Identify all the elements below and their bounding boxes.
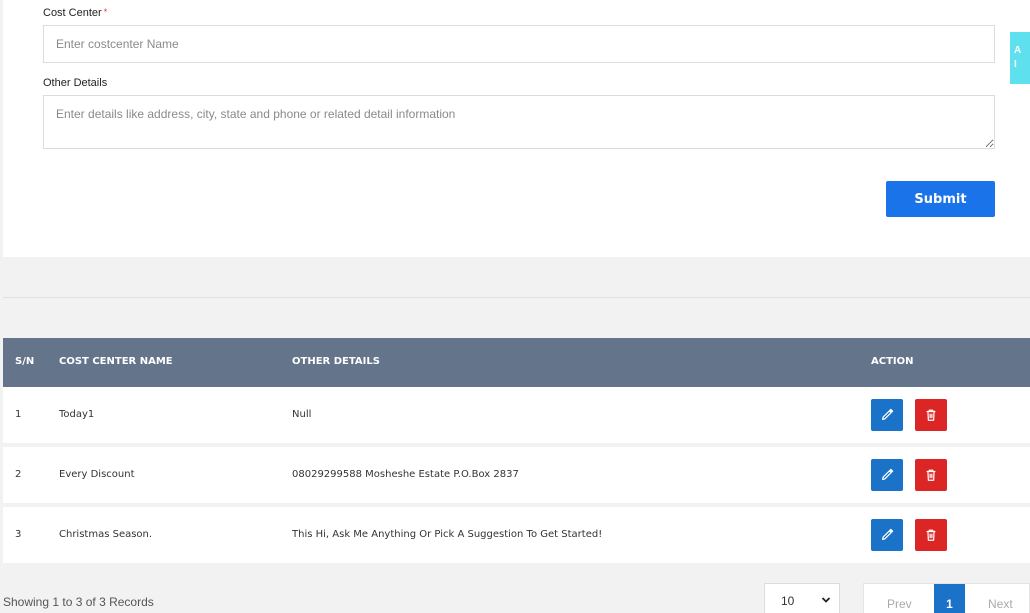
row-details: 08029299588 Mosheshe Estate P.O.Box 2837 bbox=[292, 469, 519, 480]
cost-center-form: Cost Center* Other Details Submit bbox=[3, 0, 1030, 257]
trash-icon bbox=[926, 529, 936, 541]
prev-page-button[interactable]: Prev bbox=[887, 597, 912, 611]
delete-button[interactable] bbox=[915, 519, 947, 551]
table-row: 3 Christmas Season. This Hi, Ask Me Anyt… bbox=[3, 507, 1030, 563]
trash-icon bbox=[926, 469, 936, 481]
table-header: S/N COST CENTER NAME OTHER DETAILS ACTIO… bbox=[3, 338, 1030, 387]
page-size-select[interactable]: 10 bbox=[764, 583, 840, 613]
next-page-button[interactable]: Next bbox=[988, 597, 1013, 611]
edit-button[interactable] bbox=[871, 459, 903, 491]
row-details: Null bbox=[292, 409, 312, 420]
table-row: 1 Today1 Null bbox=[3, 387, 1030, 443]
cost-center-input[interactable] bbox=[43, 25, 995, 63]
delete-button[interactable] bbox=[915, 459, 947, 491]
row-sn: 2 bbox=[15, 469, 22, 480]
delete-button[interactable] bbox=[915, 399, 947, 431]
current-page-button[interactable]: 1 bbox=[934, 584, 965, 613]
edit-button[interactable] bbox=[871, 519, 903, 551]
header-other-details: OTHER DETAILS bbox=[292, 356, 380, 367]
edit-button[interactable] bbox=[871, 399, 903, 431]
records-summary: Showing 1 to 3 of 3 Records bbox=[3, 595, 154, 609]
row-sn: 3 bbox=[15, 529, 22, 540]
pencil-icon bbox=[882, 528, 894, 540]
submit-button[interactable]: Submit bbox=[886, 181, 995, 217]
header-cost-center-name: COST CENTER NAME bbox=[59, 356, 173, 367]
row-sn: 1 bbox=[15, 409, 22, 420]
pagination: Prev 1 Next bbox=[863, 583, 1030, 613]
table-row: 2 Every Discount 08029299588 Mosheshe Es… bbox=[3, 447, 1030, 503]
required-mark: * bbox=[103, 7, 108, 17]
row-name: Christmas Season. bbox=[59, 529, 153, 540]
cost-center-label-text: Cost Center bbox=[43, 7, 102, 19]
row-name: Today1 bbox=[59, 409, 95, 420]
cost-center-label: Cost Center * bbox=[43, 7, 107, 19]
side-tab[interactable]: A I bbox=[1010, 32, 1030, 84]
page-size-value: 10 bbox=[781, 594, 795, 608]
trash-icon bbox=[926, 409, 936, 421]
other-details-textarea[interactable] bbox=[43, 95, 995, 149]
header-action: ACTION bbox=[871, 356, 914, 367]
divider bbox=[3, 297, 1030, 298]
pencil-icon bbox=[882, 408, 894, 420]
header-sn: S/N bbox=[15, 356, 35, 367]
chevron-down-icon bbox=[821, 597, 831, 603]
row-name: Every Discount bbox=[59, 469, 135, 480]
row-details: This Hi, Ask Me Anything Or Pick A Sugge… bbox=[292, 529, 603, 540]
cost-center-table: S/N COST CENTER NAME OTHER DETAILS ACTIO… bbox=[3, 338, 1030, 563]
other-details-label: Other Details bbox=[43, 77, 108, 89]
pencil-icon bbox=[882, 468, 894, 480]
